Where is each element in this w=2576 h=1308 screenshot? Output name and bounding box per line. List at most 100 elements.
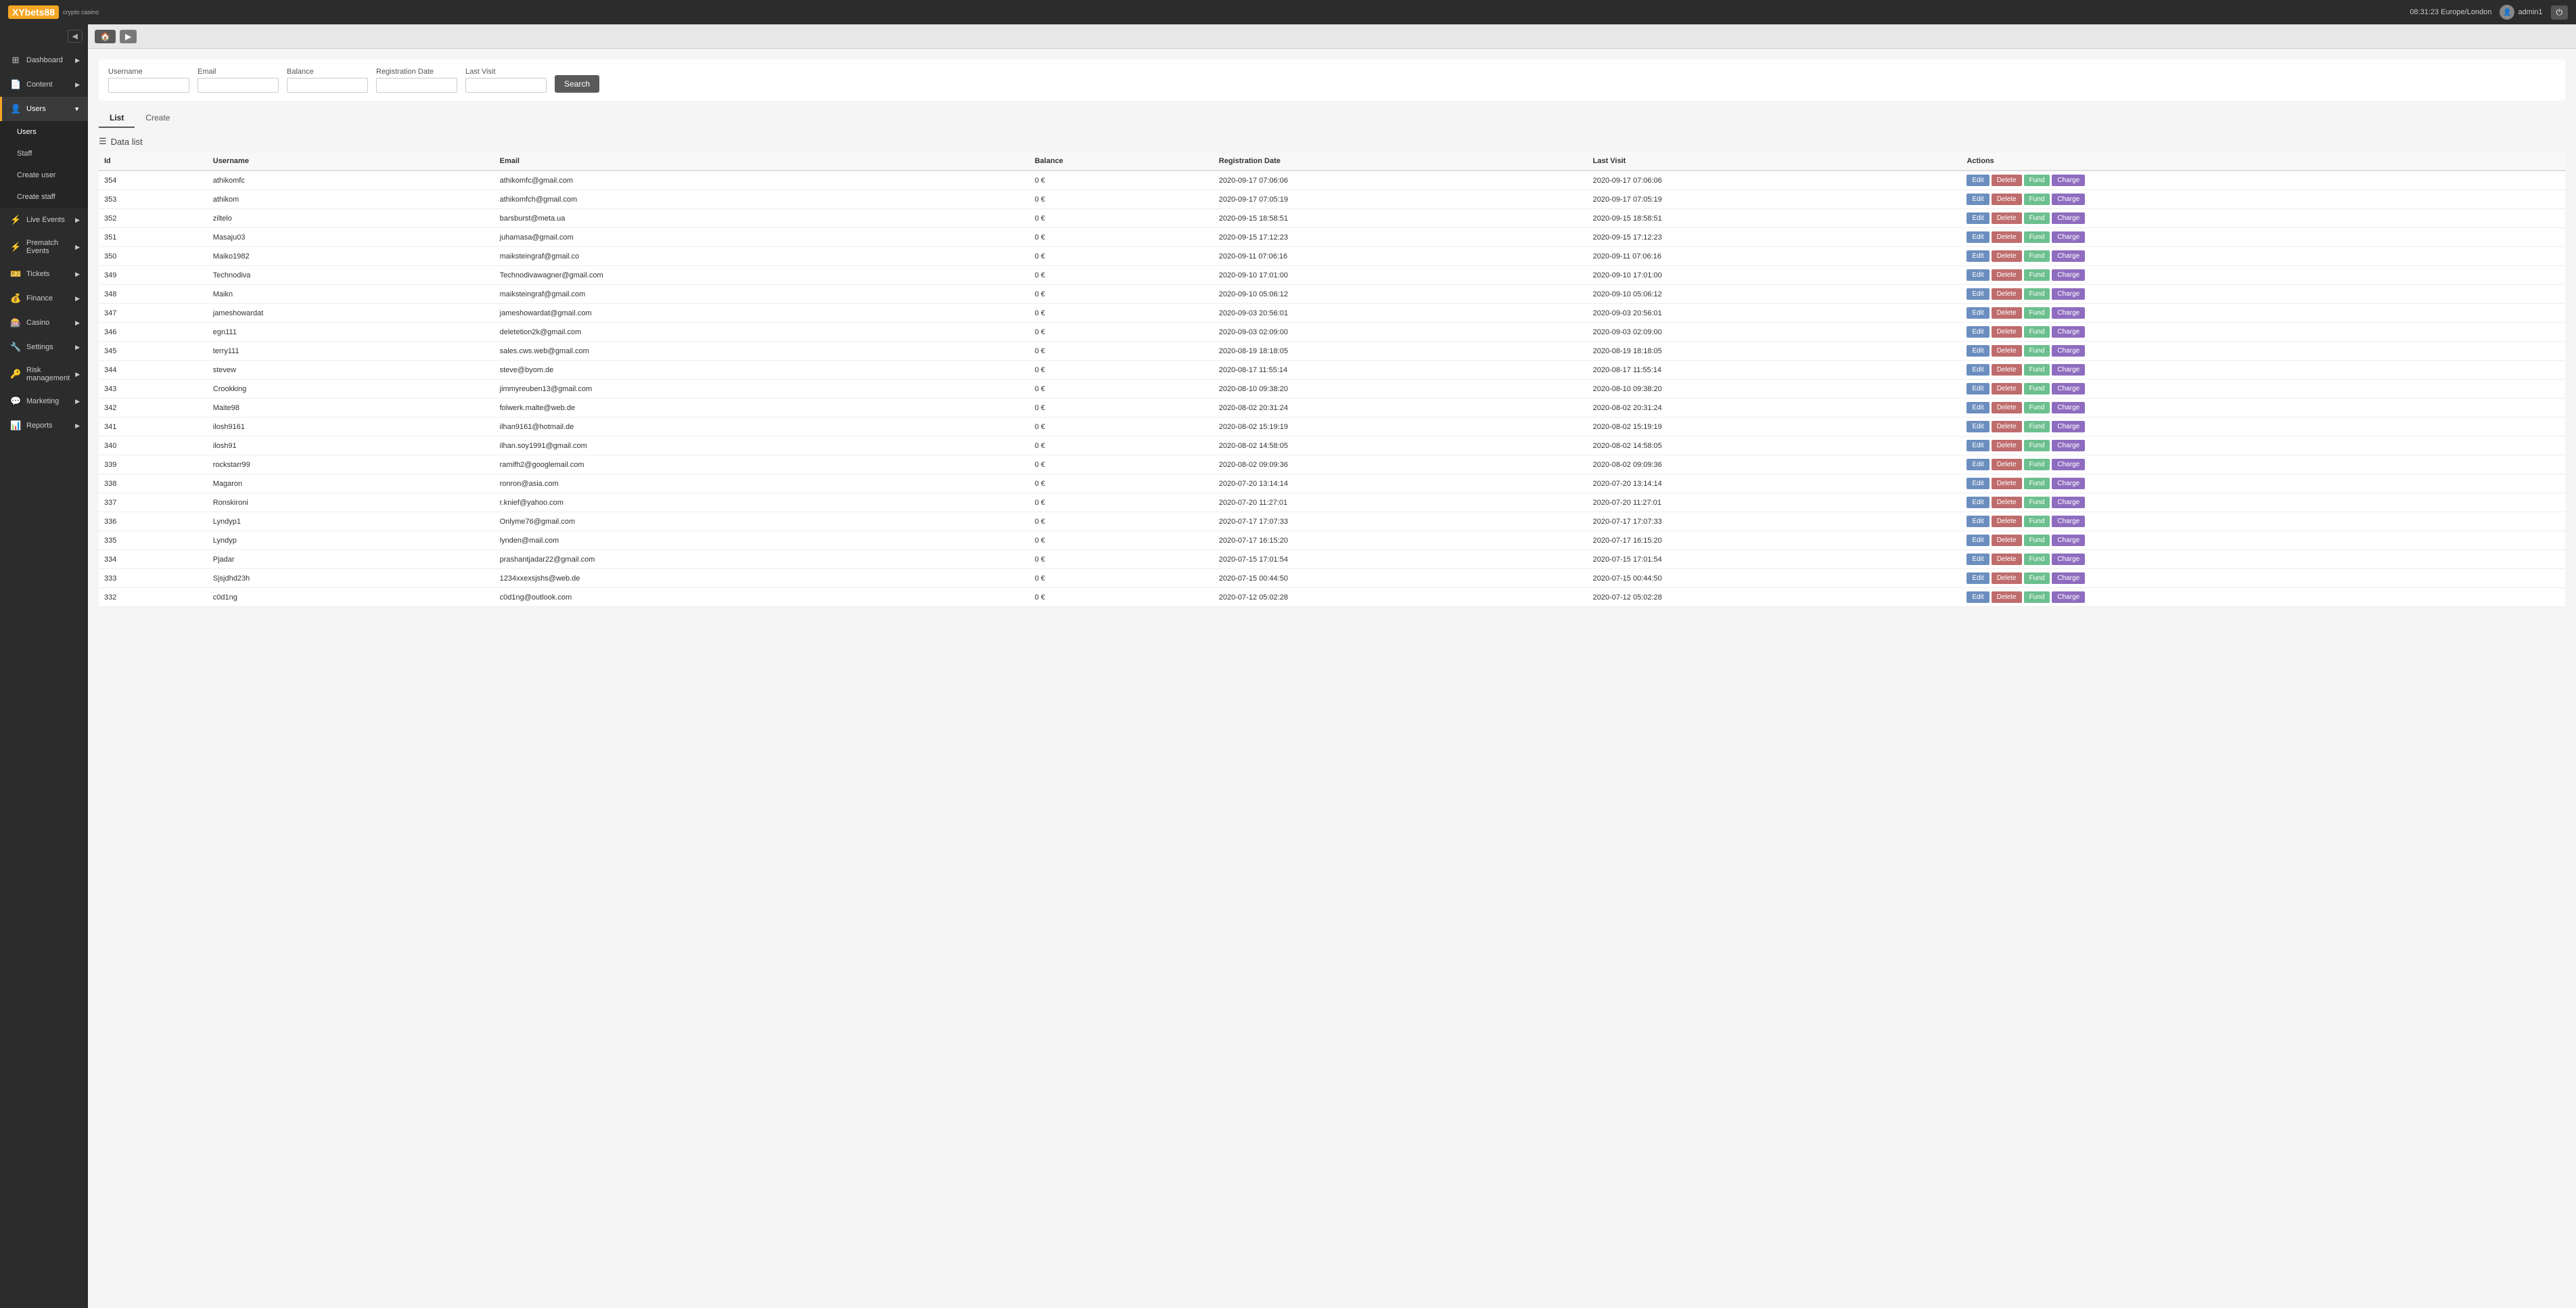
edit-button[interactable]: Edit — [1967, 175, 1989, 186]
sidebar-item-settings[interactable]: 🔧 Settings ▶ — [0, 335, 88, 359]
fund-button[interactable]: Fund — [2024, 231, 2050, 243]
last-visit-input[interactable] — [465, 78, 547, 93]
charge-button[interactable]: Charge — [2052, 383, 2085, 394]
delete-button[interactable]: Delete — [1992, 231, 2022, 243]
user-info[interactable]: 👤 admin1 — [2500, 5, 2542, 20]
delete-button[interactable]: Delete — [1992, 326, 2022, 338]
sidebar-item-risk-management[interactable]: 🔑 Risk management ▶ — [0, 359, 88, 389]
charge-button[interactable]: Charge — [2052, 535, 2085, 546]
sidebar-item-reports[interactable]: 📊 Reports ▶ — [0, 413, 88, 438]
search-button[interactable]: Search — [555, 75, 599, 93]
charge-button[interactable]: Charge — [2052, 497, 2085, 508]
delete-button[interactable]: Delete — [1992, 554, 2022, 565]
sidebar-item-finance[interactable]: 💰 Finance ▶ — [0, 286, 88, 311]
balance-input[interactable] — [287, 78, 368, 93]
edit-button[interactable]: Edit — [1967, 212, 1989, 224]
charge-button[interactable]: Charge — [2052, 175, 2085, 186]
edit-button[interactable]: Edit — [1967, 250, 1989, 262]
edit-button[interactable]: Edit — [1967, 402, 1989, 413]
delete-button[interactable]: Delete — [1992, 535, 2022, 546]
charge-button[interactable]: Charge — [2052, 326, 2085, 338]
email-input[interactable] — [198, 78, 279, 93]
edit-button[interactable]: Edit — [1967, 497, 1989, 508]
edit-button[interactable]: Edit — [1967, 326, 1989, 338]
edit-button[interactable]: Edit — [1967, 364, 1989, 376]
charge-button[interactable]: Charge — [2052, 288, 2085, 300]
charge-button[interactable]: Charge — [2052, 194, 2085, 205]
home-button[interactable]: 🏠 — [95, 30, 116, 43]
charge-button[interactable]: Charge — [2052, 231, 2085, 243]
edit-button[interactable]: Edit — [1967, 478, 1989, 489]
sidebar-item-tickets[interactable]: 🎫 Tickets ▶ — [0, 262, 88, 286]
edit-button[interactable]: Edit — [1967, 572, 1989, 584]
edit-button[interactable]: Edit — [1967, 345, 1989, 357]
fund-button[interactable]: Fund — [2024, 421, 2050, 432]
sidebar-toggle-button[interactable]: ◀ — [68, 30, 83, 43]
sidebar-item-users[interactable]: 👤 Users ▼ — [0, 97, 88, 121]
fund-button[interactable]: Fund — [2024, 535, 2050, 546]
charge-button[interactable]: Charge — [2052, 478, 2085, 489]
delete-button[interactable]: Delete — [1992, 364, 2022, 376]
charge-button[interactable]: Charge — [2052, 250, 2085, 262]
fund-button[interactable]: Fund — [2024, 591, 2050, 603]
charge-button[interactable]: Charge — [2052, 591, 2085, 603]
delete-button[interactable]: Delete — [1992, 383, 2022, 394]
edit-button[interactable]: Edit — [1967, 591, 1989, 603]
delete-button[interactable]: Delete — [1992, 402, 2022, 413]
fund-button[interactable]: Fund — [2024, 572, 2050, 584]
edit-button[interactable]: Edit — [1967, 194, 1989, 205]
fund-button[interactable]: Fund — [2024, 212, 2050, 224]
fund-button[interactable]: Fund — [2024, 250, 2050, 262]
delete-button[interactable]: Delete — [1992, 194, 2022, 205]
sidebar-item-marketing[interactable]: 💬 Marketing ▶ — [0, 389, 88, 413]
edit-button[interactable]: Edit — [1967, 269, 1989, 281]
delete-button[interactable]: Delete — [1992, 288, 2022, 300]
charge-button[interactable]: Charge — [2052, 421, 2085, 432]
charge-button[interactable]: Charge — [2052, 572, 2085, 584]
delete-button[interactable]: Delete — [1992, 212, 2022, 224]
edit-button[interactable]: Edit — [1967, 535, 1989, 546]
sidebar-item-content[interactable]: 📄 Content ▶ — [0, 72, 88, 97]
charge-button[interactable]: Charge — [2052, 402, 2085, 413]
fund-button[interactable]: Fund — [2024, 478, 2050, 489]
charge-button[interactable]: Charge — [2052, 345, 2085, 357]
fund-button[interactable]: Fund — [2024, 175, 2050, 186]
fund-button[interactable]: Fund — [2024, 554, 2050, 565]
sidebar-item-staff-sub[interactable]: Staff — [0, 143, 88, 164]
sidebar-item-prematch-events[interactable]: ⚡ Prematch Events ▶ — [0, 232, 88, 262]
fund-button[interactable]: Fund — [2024, 345, 2050, 357]
edit-button[interactable]: Edit — [1967, 440, 1989, 451]
delete-button[interactable]: Delete — [1992, 421, 2022, 432]
fund-button[interactable]: Fund — [2024, 326, 2050, 338]
sidebar-item-live-events[interactable]: ⚡ Live Events ▶ — [0, 208, 88, 232]
fund-button[interactable]: Fund — [2024, 402, 2050, 413]
sidebar-item-dashboard[interactable]: ⊞ Dashboard ▶ — [0, 48, 88, 72]
fund-button[interactable]: Fund — [2024, 497, 2050, 508]
fund-button[interactable]: Fund — [2024, 269, 2050, 281]
edit-button[interactable]: Edit — [1967, 231, 1989, 243]
charge-button[interactable]: Charge — [2052, 459, 2085, 470]
forward-button[interactable]: ▶ — [120, 30, 137, 43]
delete-button[interactable]: Delete — [1992, 440, 2022, 451]
fund-button[interactable]: Fund — [2024, 288, 2050, 300]
delete-button[interactable]: Delete — [1992, 591, 2022, 603]
fund-button[interactable]: Fund — [2024, 516, 2050, 527]
delete-button[interactable]: Delete — [1992, 516, 2022, 527]
charge-button[interactable]: Charge — [2052, 212, 2085, 224]
delete-button[interactable]: Delete — [1992, 250, 2022, 262]
charge-button[interactable]: Charge — [2052, 554, 2085, 565]
username-input[interactable] — [108, 78, 189, 93]
delete-button[interactable]: Delete — [1992, 345, 2022, 357]
fund-button[interactable]: Fund — [2024, 383, 2050, 394]
fund-button[interactable]: Fund — [2024, 459, 2050, 470]
charge-button[interactable]: Charge — [2052, 364, 2085, 376]
edit-button[interactable]: Edit — [1967, 383, 1989, 394]
fund-button[interactable]: Fund — [2024, 440, 2050, 451]
sidebar-item-create-user[interactable]: Create user — [0, 164, 88, 186]
delete-button[interactable]: Delete — [1992, 175, 2022, 186]
fund-button[interactable]: Fund — [2024, 307, 2050, 319]
edit-button[interactable]: Edit — [1967, 554, 1989, 565]
edit-button[interactable]: Edit — [1967, 307, 1989, 319]
sidebar-item-casino[interactable]: 🎰 Casino ▶ — [0, 311, 88, 335]
sidebar-item-users-sub[interactable]: Users — [0, 121, 88, 143]
